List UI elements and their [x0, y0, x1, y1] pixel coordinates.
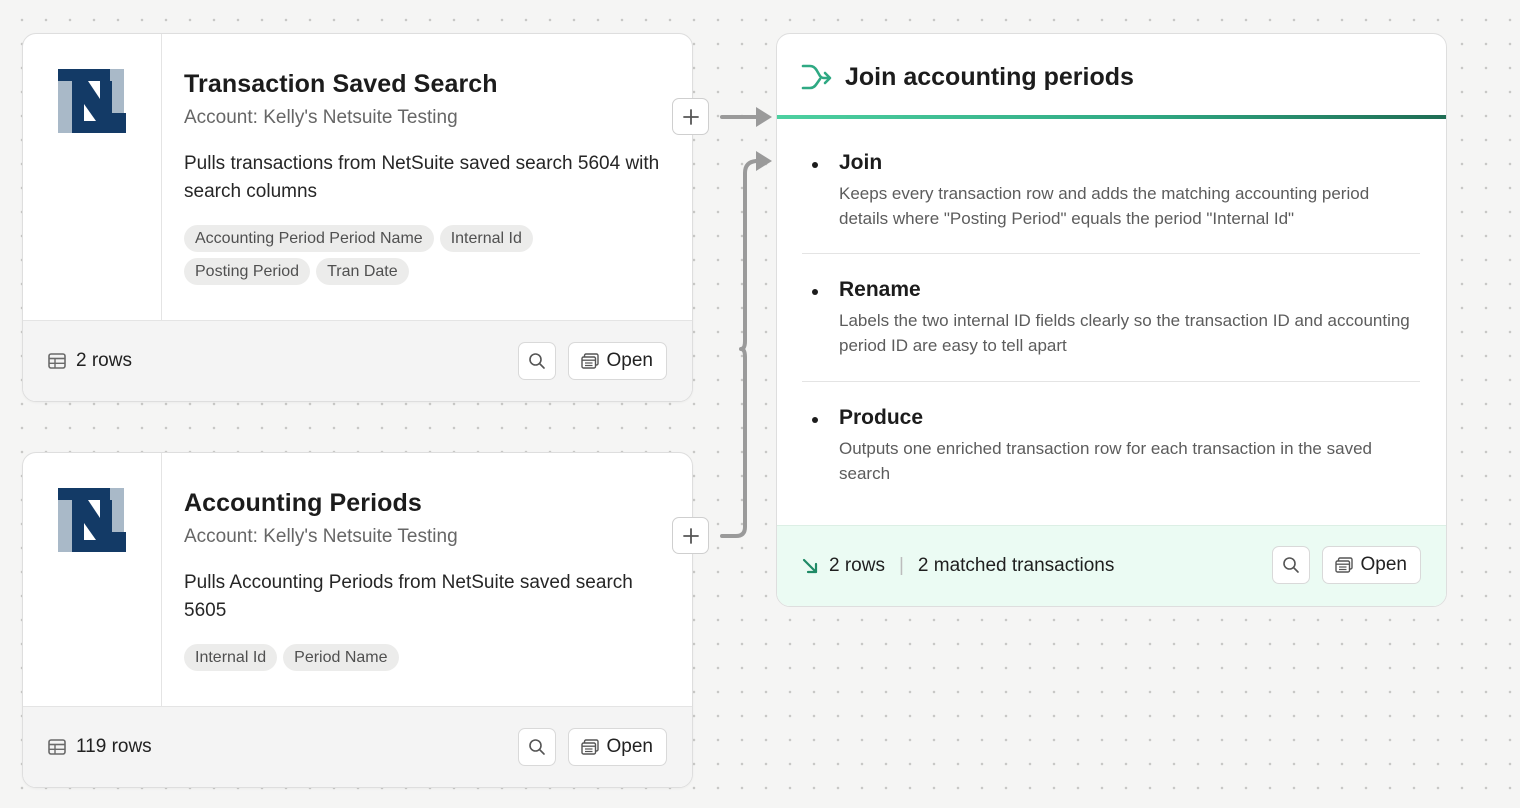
source-card-transactions[interactable]: Transaction Saved Search Account: Kelly'… [22, 33, 693, 402]
table-icon [48, 353, 66, 369]
column-chips: Internal Id Period Name [184, 644, 604, 671]
search-button[interactable] [1271, 546, 1310, 584]
footer-actions: Open [517, 342, 667, 380]
source-description: Pulls Accounting Periods from NetSuite s… [184, 572, 633, 621]
transform-card-join[interactable]: Join accounting periods Join Keeps every… [776, 33, 1447, 607]
plus-icon [682, 527, 699, 544]
row-count-label: 2 rows [76, 350, 132, 371]
source-card-body: Transaction Saved Search Account: Kelly'… [23, 34, 692, 322]
footer-actions: Open [517, 728, 667, 766]
transform-title: Join accounting periods [845, 63, 1134, 91]
plus-icon [682, 108, 699, 125]
logo-column [23, 34, 162, 322]
footer-actions: Open [1271, 546, 1421, 584]
step-produce: Produce Outputs one enriched transaction… [802, 382, 1420, 486]
bullet [812, 162, 818, 168]
table-icon [48, 739, 66, 755]
output-arrow-icon [802, 558, 818, 574]
step-rename: Rename Labels the two internal ID fields… [802, 254, 1420, 382]
open-button[interactable]: Open [567, 728, 667, 766]
row-count: 2 rows [48, 321, 132, 401]
source-content: Transaction Saved Search Account: Kelly'… [184, 70, 668, 285]
add-step-button[interactable] [672, 517, 709, 554]
column-chip: Internal Id [184, 644, 278, 671]
open-label: Open [606, 350, 653, 371]
bullet [812, 417, 818, 423]
stats-separator: | [898, 555, 904, 576]
open-label: Open [606, 736, 653, 757]
matched-count: 2 matched transactions [917, 555, 1115, 576]
row-count: 119 rows [48, 707, 152, 787]
transform-footer: 2 rows | 2 matched transactions Open [777, 525, 1446, 606]
source-footer: 119 rows Open [23, 706, 692, 787]
search-icon [528, 353, 545, 369]
open-label: Open [1360, 554, 1407, 575]
column-chips: Accounting Period Period Name Internal I… [184, 225, 604, 285]
netsuite-logo-icon [58, 488, 126, 552]
search-icon [528, 739, 545, 755]
source-account: Account: Kelly's Netsuite Testing [184, 526, 458, 547]
open-icon [580, 739, 599, 755]
bullet [812, 289, 818, 295]
open-button[interactable]: Open [567, 342, 667, 380]
column-chip: Period Name [283, 644, 399, 671]
column-chip: Posting Period [184, 258, 311, 285]
search-button[interactable] [517, 728, 556, 766]
netsuite-logo-icon [58, 69, 126, 133]
source-title: Transaction Saved Search [184, 70, 498, 98]
source-account: Account: Kelly's Netsuite Testing [184, 107, 458, 128]
step-description: Keeps every transaction row and adds the… [839, 184, 1370, 228]
step-description: Labels the two internal ID fields clearl… [839, 311, 1410, 355]
step-name: Rename [839, 278, 921, 301]
transform-steps: Join Keeps every transaction row and add… [802, 119, 1420, 486]
logo-column [23, 453, 162, 708]
column-chip: Accounting Period Period Name [184, 225, 434, 252]
search-icon [1282, 557, 1299, 573]
column-chip: Internal Id [439, 225, 533, 252]
open-button[interactable]: Open [1321, 546, 1421, 584]
open-icon [580, 353, 599, 369]
add-step-button[interactable] [672, 98, 709, 135]
source-footer: 2 rows Open [23, 320, 692, 401]
source-card-body: Accounting Periods Account: Kelly's Nets… [23, 453, 692, 708]
source-card-accounting-periods[interactable]: Accounting Periods Account: Kelly's Nets… [22, 452, 693, 788]
step-name: Join [839, 151, 883, 174]
step-name: Produce [839, 406, 924, 429]
step-join: Join Keeps every transaction row and add… [802, 119, 1420, 254]
source-description: Pulls transactions from NetSuite saved s… [184, 153, 660, 202]
source-content: Accounting Periods Account: Kelly's Nets… [184, 489, 668, 671]
transform-header: Join accounting periods [777, 34, 1446, 119]
source-title: Accounting Periods [184, 489, 422, 517]
row-count-label: 119 rows [76, 736, 152, 757]
column-chip: Tran Date [316, 258, 409, 285]
output-stats: 2 rows | 2 matched transactions [801, 526, 1114, 606]
output-rows: 2 rows [829, 555, 885, 576]
merge-icon [801, 64, 832, 90]
search-button[interactable] [517, 342, 556, 380]
step-description: Outputs one enriched transaction row for… [839, 439, 1372, 483]
open-icon [1334, 557, 1353, 573]
